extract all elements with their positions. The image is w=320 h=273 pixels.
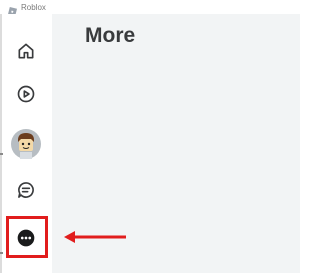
highlight-box-annotation bbox=[6, 216, 48, 258]
chat-icon bbox=[16, 180, 36, 200]
window-left-edge bbox=[0, 14, 2, 273]
red-arrow-annotation bbox=[64, 230, 128, 249]
sidebar-item-chat[interactable] bbox=[8, 172, 44, 208]
sidebar-item-avatar[interactable] bbox=[8, 126, 44, 162]
window-titlebar: Roblox bbox=[0, 0, 300, 16]
avatar-icon bbox=[10, 128, 42, 160]
sidebar-item-discover[interactable] bbox=[8, 76, 44, 112]
home-icon bbox=[16, 41, 36, 61]
roblox-logo-icon bbox=[8, 3, 17, 16]
play-circle-icon bbox=[16, 84, 36, 104]
page-title: More bbox=[85, 24, 136, 47]
edge-tick bbox=[0, 252, 3, 254]
edge-tick bbox=[0, 153, 3, 155]
sidebar-item-home[interactable] bbox=[8, 33, 44, 69]
window-title: Roblox bbox=[21, 2, 46, 12]
